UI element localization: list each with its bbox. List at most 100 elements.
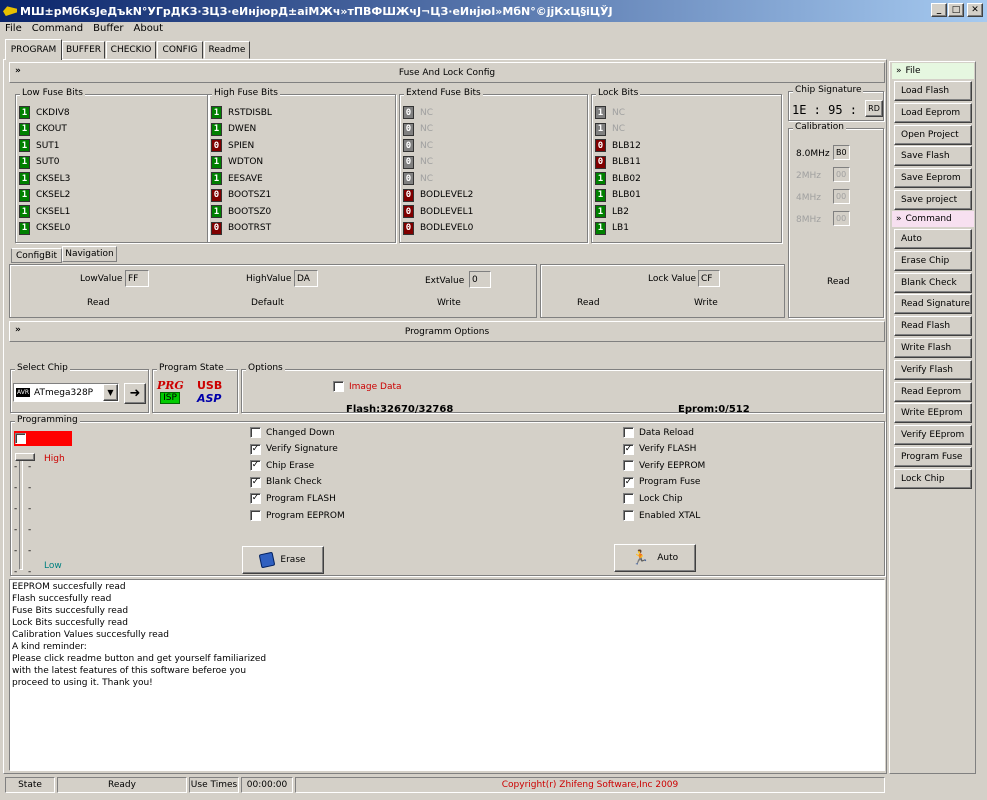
sidebar-command-item[interactable]: Write Flash <box>894 338 972 358</box>
sidebar-file-item[interactable]: Load Flash <box>894 81 972 101</box>
speed-slider-track[interactable] <box>19 456 23 570</box>
checkbox-box[interactable] <box>333 381 344 392</box>
fuse-bit-row[interactable]: 1 BOOTSZ0 <box>211 204 271 219</box>
checkbox-box[interactable] <box>623 460 634 472</box>
calibration-value-field[interactable]: 00 <box>833 211 850 226</box>
sidebar-file-item[interactable]: Load Eeprom <box>894 102 972 123</box>
bit-led-indicator[interactable]: 1 <box>211 155 222 169</box>
bit-led-indicator[interactable]: 0 <box>403 139 414 152</box>
option-checkbox[interactable]: ✓ Blank Check <box>250 476 322 488</box>
bit-led-indicator[interactable]: 1 <box>19 139 30 152</box>
sidebar-command-item[interactable]: Blank Check <box>894 272 972 293</box>
collapse-chevron-icon[interactable]: » <box>15 325 21 335</box>
bit-led-indicator[interactable]: 1 <box>211 172 222 185</box>
fuse-bit-row[interactable]: 1 CKOUT <box>19 122 67 137</box>
bit-led-indicator[interactable]: 1 <box>595 106 606 119</box>
menu-about[interactable]: About <box>129 22 169 38</box>
fuse-bit-row[interactable]: 0 NC <box>403 122 433 137</box>
bit-led-indicator[interactable]: 1 <box>595 172 606 185</box>
checkbox-box[interactable] <box>623 510 634 521</box>
bit-led-indicator[interactable]: 0 <box>595 139 606 152</box>
chevron-up-icon[interactable]: » <box>896 214 902 224</box>
fuse-bit-row[interactable]: 1 CKSEL0 <box>19 221 70 236</box>
calibration-value-field[interactable]: 00 <box>833 189 850 204</box>
program-options-header[interactable]: » Programm Options <box>9 321 885 342</box>
calibration-read-button[interactable]: Read <box>827 277 850 287</box>
fuse-bit-row[interactable]: 1 LB2 <box>595 204 629 219</box>
checkbox-box[interactable] <box>250 510 261 521</box>
option-checkbox[interactable]: Lock Chip <box>623 493 683 505</box>
option-checkbox[interactable]: Changed Down <box>250 427 335 438</box>
menu-buffer[interactable]: Buffer <box>88 22 128 38</box>
fuse-bit-row[interactable]: 1 DWEN <box>211 122 256 137</box>
fuse-bit-row[interactable]: 1 CKSEL3 <box>19 171 70 186</box>
bit-led-indicator[interactable]: 1 <box>595 122 606 136</box>
fuse-bit-row[interactable]: 0 SPIEN <box>211 138 254 153</box>
fuse-bit-row[interactable]: 0 BODLEVEL1 <box>403 204 473 219</box>
sidebar-file-header[interactable]: » File <box>892 63 974 79</box>
chip-select[interactable]: AVR ATmega328P ▼ <box>13 383 119 402</box>
calibration-value-field[interactable]: 00 <box>833 167 850 182</box>
sidebar-command-item[interactable]: Write EEprom <box>894 403 972 424</box>
lock-value-field[interactable]: CF <box>698 270 720 287</box>
tab-program[interactable]: PROGRAM <box>5 39 62 60</box>
fuse-bit-row[interactable]: 0 BOOTSZ1 <box>211 188 271 203</box>
option-checkbox[interactable]: Verify EEPROM <box>623 460 705 472</box>
sidebar-file-item[interactable]: Save Flash <box>894 146 972 167</box>
bit-led-indicator[interactable]: 0 <box>403 205 414 218</box>
bit-led-indicator[interactable]: 0 <box>211 139 222 152</box>
option-checkbox[interactable]: Program EEPROM <box>250 510 345 521</box>
fuse-read-button[interactable]: Read <box>87 298 110 308</box>
bit-led-indicator[interactable]: 0 <box>211 221 222 235</box>
bit-led-indicator[interactable]: 1 <box>19 172 30 185</box>
fuse-section-header[interactable]: » Fuse And Lock Config <box>9 62 885 83</box>
calibration-value-field[interactable]: B0 <box>833 145 850 160</box>
fuse-bit-row[interactable]: 1 SUT0 <box>19 155 60 170</box>
checkbox-box[interactable]: ✓ <box>623 443 634 455</box>
lock-write-button[interactable]: Write <box>694 298 718 308</box>
sidebar-command-item[interactable]: Read Eeprom <box>894 381 972 402</box>
ext-value-field[interactable]: 0 <box>469 271 491 288</box>
menu-file[interactable]: File <box>0 22 27 38</box>
bit-led-indicator[interactable]: 0 <box>211 188 222 202</box>
tab-buffer[interactable]: BUFFER <box>62 41 105 59</box>
programming-checkbox[interactable] <box>15 433 26 444</box>
sidebar-command-item[interactable]: Program Fuse <box>894 447 972 467</box>
option-checkbox[interactable]: ✓ Program FLASH <box>250 493 336 505</box>
tab-readme[interactable]: Readme <box>204 41 250 59</box>
checkbox-box[interactable]: ✓ <box>250 493 261 505</box>
bit-led-indicator[interactable]: 1 <box>595 188 606 202</box>
sidebar-command-item[interactable]: Auto <box>894 229 972 249</box>
bit-led-indicator[interactable]: 1 <box>595 221 606 235</box>
bit-led-indicator[interactable]: 1 <box>19 188 30 202</box>
fuse-bit-row[interactable]: 1 WDTON <box>211 155 263 170</box>
close-button[interactable]: ✕ <box>967 3 983 17</box>
bit-led-indicator[interactable]: 1 <box>19 221 30 235</box>
subtab-navigation[interactable]: Navigation <box>62 246 117 262</box>
sidebar-command-item[interactable]: Read Signature <box>894 294 972 315</box>
confirm-chip-arrow-button[interactable]: ➜ <box>124 383 146 404</box>
fuse-bit-row[interactable]: 1 NC <box>595 105 625 120</box>
bit-led-indicator[interactable]: 0 <box>403 188 414 202</box>
bit-led-indicator[interactable]: 1 <box>211 122 222 136</box>
collapse-chevron-icon[interactable]: » <box>15 66 21 76</box>
sidebar-file-item[interactable]: Save project <box>894 190 972 210</box>
fuse-bit-row[interactable]: 1 BLB02 <box>595 171 641 186</box>
fuse-bit-row[interactable]: 1 CKSEL1 <box>19 204 70 219</box>
fuse-bit-row[interactable]: 1 SUT1 <box>19 138 60 153</box>
fuse-bit-row[interactable]: 1 BLB01 <box>595 188 641 203</box>
fuse-bit-row[interactable]: 1 NC <box>595 122 625 137</box>
chevron-up-icon[interactable]: » <box>896 66 902 76</box>
bit-led-indicator[interactable]: 0 <box>403 221 414 235</box>
checkbox-box[interactable]: ✓ <box>250 476 261 488</box>
sidebar-command-item[interactable]: Verify Flash <box>894 359 972 380</box>
option-checkbox[interactable]: Enabled XTAL <box>623 510 700 521</box>
sidebar-file-item[interactable]: Save Eeprom <box>894 168 972 189</box>
checkbox-box[interactable]: ✓ <box>250 460 261 472</box>
fuse-bit-row[interactable]: 1 EESAVE <box>211 171 263 186</box>
auto-button[interactable]: 🏃 Auto <box>614 544 696 572</box>
checkbox-box[interactable] <box>623 493 634 505</box>
fuse-bit-row[interactable]: 0 NC <box>403 155 433 170</box>
fuse-bit-row[interactable]: 1 CKSEL2 <box>19 188 70 203</box>
bit-led-indicator[interactable]: 1 <box>211 205 222 218</box>
